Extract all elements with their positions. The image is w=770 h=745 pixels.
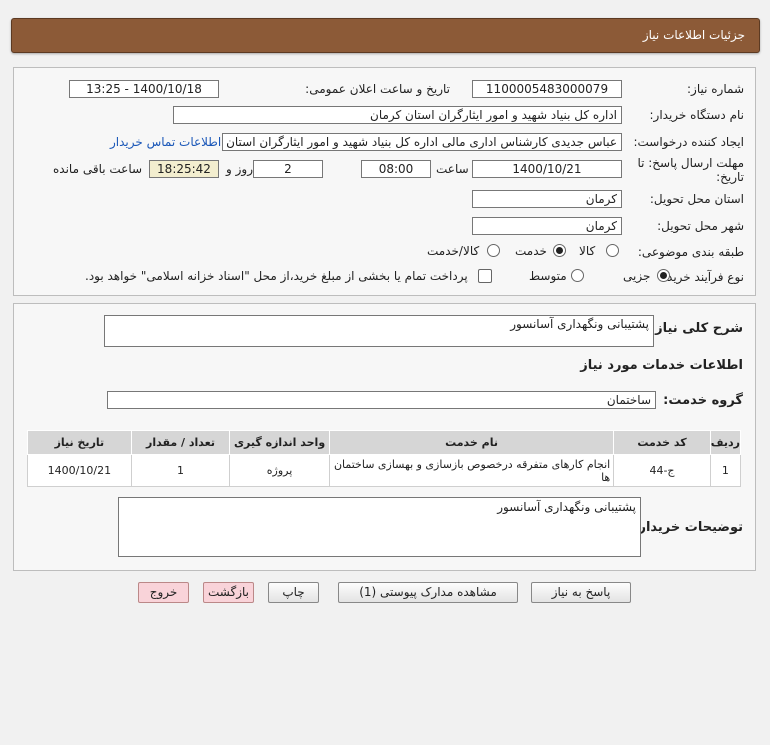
row-qty: 1: [130, 454, 231, 487]
category-goods-service-label: کالا/خدمت: [427, 244, 480, 258]
buyer-notes-label: توضیحات خریدار:: [633, 520, 743, 535]
buyer-contact-link[interactable]: اطلاعات تماس خریدار: [110, 135, 221, 149]
remaining-time-field: 18:25:42: [149, 160, 219, 178]
announce-field: 1400/10/18 - 13:25: [69, 80, 219, 98]
row-date: 1400/10/21: [27, 454, 132, 487]
col-qty: تعداد / مقدار: [130, 430, 231, 455]
creator-label: ایجاد کننده درخواست:: [633, 135, 744, 149]
city-label: شهر محل تحویل:: [657, 219, 744, 233]
days-label: روز و: [226, 162, 253, 176]
city-field: کرمان: [472, 217, 622, 235]
deadline-time-field: 08:00: [361, 160, 431, 178]
creator-field: عباس جدیدی کارشناس اداری مالی اداره کل ب…: [222, 133, 622, 151]
col-code: کد خدمت: [613, 430, 711, 455]
category-radio-goods[interactable]: [606, 244, 619, 257]
need-info-panel: [13, 67, 756, 296]
page-header: جزئیات اطلاعات نیاز: [11, 18, 760, 53]
row-unit: پروژه: [229, 454, 330, 487]
services-table: ردیف کد خدمت نام خدمت واحد اندازه گیری ت…: [27, 430, 742, 487]
service-group-field: ساختمان: [107, 391, 656, 409]
back-button[interactable]: بازگشت: [203, 582, 254, 603]
buyer-notes-field: پشتیبانی ونگهداری آسانسور: [118, 497, 641, 557]
category-radio-goods-service[interactable]: [487, 244, 500, 257]
category-label: طبقه بندی موضوعی:: [637, 245, 744, 259]
announce-label: تاریخ و ساعت اعلان عمومی:: [305, 82, 450, 96]
treasury-payment-checkbox[interactable]: [478, 269, 492, 283]
row-name: انجام کارهای متفرقه درخصوص بازسازی و بهس…: [328, 454, 615, 487]
remaining-label: ساعت باقی مانده: [53, 162, 143, 176]
category-goods-label: کالا: [579, 244, 596, 258]
reply-button[interactable]: پاسخ به نیاز: [531, 582, 631, 603]
process-radio-minor[interactable]: [657, 269, 670, 282]
category-radio-service[interactable]: [553, 244, 566, 257]
row-code: ج-44: [613, 454, 711, 487]
days-field: 2: [253, 160, 323, 178]
exit-button[interactable]: خروج: [138, 582, 189, 603]
treasury-payment-note: پرداخت تمام یا بخشی از مبلغ خرید،از محل …: [85, 269, 468, 283]
deadline-time-label: ساعت: [436, 162, 469, 176]
process-medium-label: متوسط: [529, 269, 567, 283]
row-index: 1: [709, 454, 742, 487]
process-label: نوع فرآیند خرید :: [659, 270, 744, 284]
print-button[interactable]: چاپ: [268, 582, 319, 603]
process-radio-medium[interactable]: [571, 269, 584, 282]
col-index: ردیف: [709, 430, 742, 455]
deadline-date-field: 1400/10/21: [472, 160, 622, 178]
summary-label: شرح کلی نیاز:: [649, 321, 743, 336]
buyer-org-label: نام دستگاه خریدار:: [649, 108, 745, 122]
deadline-label: مهلت ارسال پاسخ: تا: [637, 156, 744, 170]
col-name: نام خدمت: [328, 430, 615, 455]
province-label: استان محل تحویل:: [649, 192, 744, 206]
view-documents-button[interactable]: مشاهده مدارک پیوستی (1): [338, 582, 518, 603]
page-title: جزئیات اطلاعات نیاز: [642, 28, 745, 42]
summary-field: پشتیبانی ونگهداری آسانسور: [104, 315, 654, 347]
province-field: کرمان: [472, 190, 622, 208]
col-date: تاریخ نیاز: [27, 430, 132, 455]
need-number-label: شماره نیاز:: [687, 82, 744, 96]
process-minor-label: جزیی: [623, 269, 651, 283]
service-group-label: گروه خدمت:: [663, 393, 743, 408]
category-service-label: خدمت: [515, 244, 547, 258]
deadline-label-date: تاریخ:: [716, 170, 744, 184]
buyer-org-field: اداره کل بنیاد شهید و امور ایثارگران است…: [173, 106, 622, 124]
table-row: 1 ج-44 انجام کارهای متفرقه درخصوص بازساز…: [27, 454, 742, 487]
services-heading: اطلاعات خدمات مورد نیاز: [580, 358, 743, 373]
col-unit: واحد اندازه گیری: [229, 430, 330, 455]
need-number-field: 1100005483000079: [472, 80, 622, 98]
